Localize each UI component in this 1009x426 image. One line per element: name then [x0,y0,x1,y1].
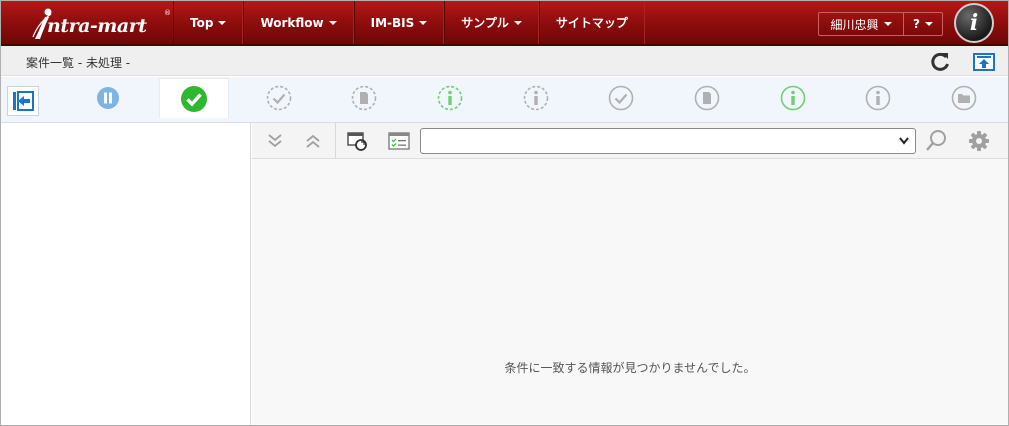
nav-sample[interactable]: サンプル [444,1,539,44]
tab-check-outline[interactable] [586,78,656,118]
list-toolbar [252,123,1008,159]
collapse-sidebar-button[interactable] [7,86,39,116]
chevron-down-icon [883,22,892,26]
info-dashed-green-icon [437,85,463,111]
gear-icon [969,131,989,151]
status-tab-strip [1,77,1008,123]
list-window-icon [388,132,410,150]
settings-button[interactable] [966,128,992,154]
collapse-all-button[interactable] [300,128,326,154]
tab-pause[interactable] [73,78,143,118]
folder-outline-icon [951,85,977,111]
nav-workflow[interactable]: Workflow [243,1,354,44]
chevron-down-icon [513,20,522,25]
arrow-left-bar-icon [13,91,34,111]
reload-list-button[interactable] [344,128,370,154]
chevron-down-icon [328,20,337,25]
search-button[interactable] [923,128,949,154]
app-window: ntra-mart ® Top Workflow IM-BIS サンプル サイト… [0,0,1009,426]
intra-mart-logo[interactable]: ntra-mart ® [31,7,171,39]
chevron-down-icon [924,22,933,26]
chevron-down-icon [899,137,909,145]
double-chevron-up-icon [306,134,320,148]
info-outline-icon [865,85,891,111]
logo-text: ntra-mart [47,15,147,37]
list-content: 条件に一致する情報が見つかりませんでした。 [252,159,1008,425]
user-name-button[interactable]: 細川忠興 [819,13,904,35]
toolbar-separator [335,123,336,159]
global-header: ntra-mart ® Top Workflow IM-BIS サンプル サイト… [1,1,1008,46]
info-dashed-icon [523,85,549,111]
refresh-icon[interactable] [929,51,951,73]
page-title: 案件一覧 - 未処理 - [26,56,131,70]
tab-folder-outline[interactable] [929,78,999,118]
double-chevron-down-icon [268,134,282,148]
tab-info-dashed[interactable] [501,78,571,118]
document-dashed-icon [351,85,377,111]
check-outline-icon [608,85,634,111]
logo-registered-mark: ® [164,9,171,17]
user-menu: 細川忠興 ? [818,12,943,36]
search-icon [926,130,946,151]
nav-sitemap[interactable]: サイトマップ [538,1,645,44]
tab-info-dashed-green[interactable] [415,78,485,118]
tab-check-dashed[interactable] [244,78,314,118]
filter-select[interactable] [420,128,916,154]
page-titlebar: 案件一覧 - 未処理 - [1,46,1008,76]
chevron-down-icon [218,20,227,25]
empty-result-message: 条件に一致する情報が見つかりませんでした。 [504,361,756,375]
tab-document-outline[interactable] [672,78,742,118]
global-nav: Top Workflow IM-BIS サンプル サイトマップ [173,1,645,44]
pause-icon [97,87,119,109]
document-outline-icon [694,85,720,111]
tab-unprocessed[interactable] [159,78,229,118]
window-refresh-icon [347,132,367,151]
expand-all-button[interactable] [262,128,288,154]
tab-info-green[interactable] [758,78,828,118]
chevron-down-icon [419,20,428,25]
check-dashed-icon [266,85,292,111]
nav-im-bis[interactable]: IM-BIS [353,1,445,44]
info-avatar-icon[interactable]: i [954,3,994,43]
info-green-icon [780,85,806,111]
tab-document-dashed[interactable] [329,78,399,118]
tab-info-outline[interactable] [843,78,913,118]
check-circle-icon [181,85,207,112]
left-pane [1,123,251,425]
help-button[interactable]: ? [904,13,942,35]
display-settings-button[interactable] [386,128,412,154]
page-top-icon[interactable] [973,53,995,71]
nav-top[interactable]: Top [173,1,244,44]
